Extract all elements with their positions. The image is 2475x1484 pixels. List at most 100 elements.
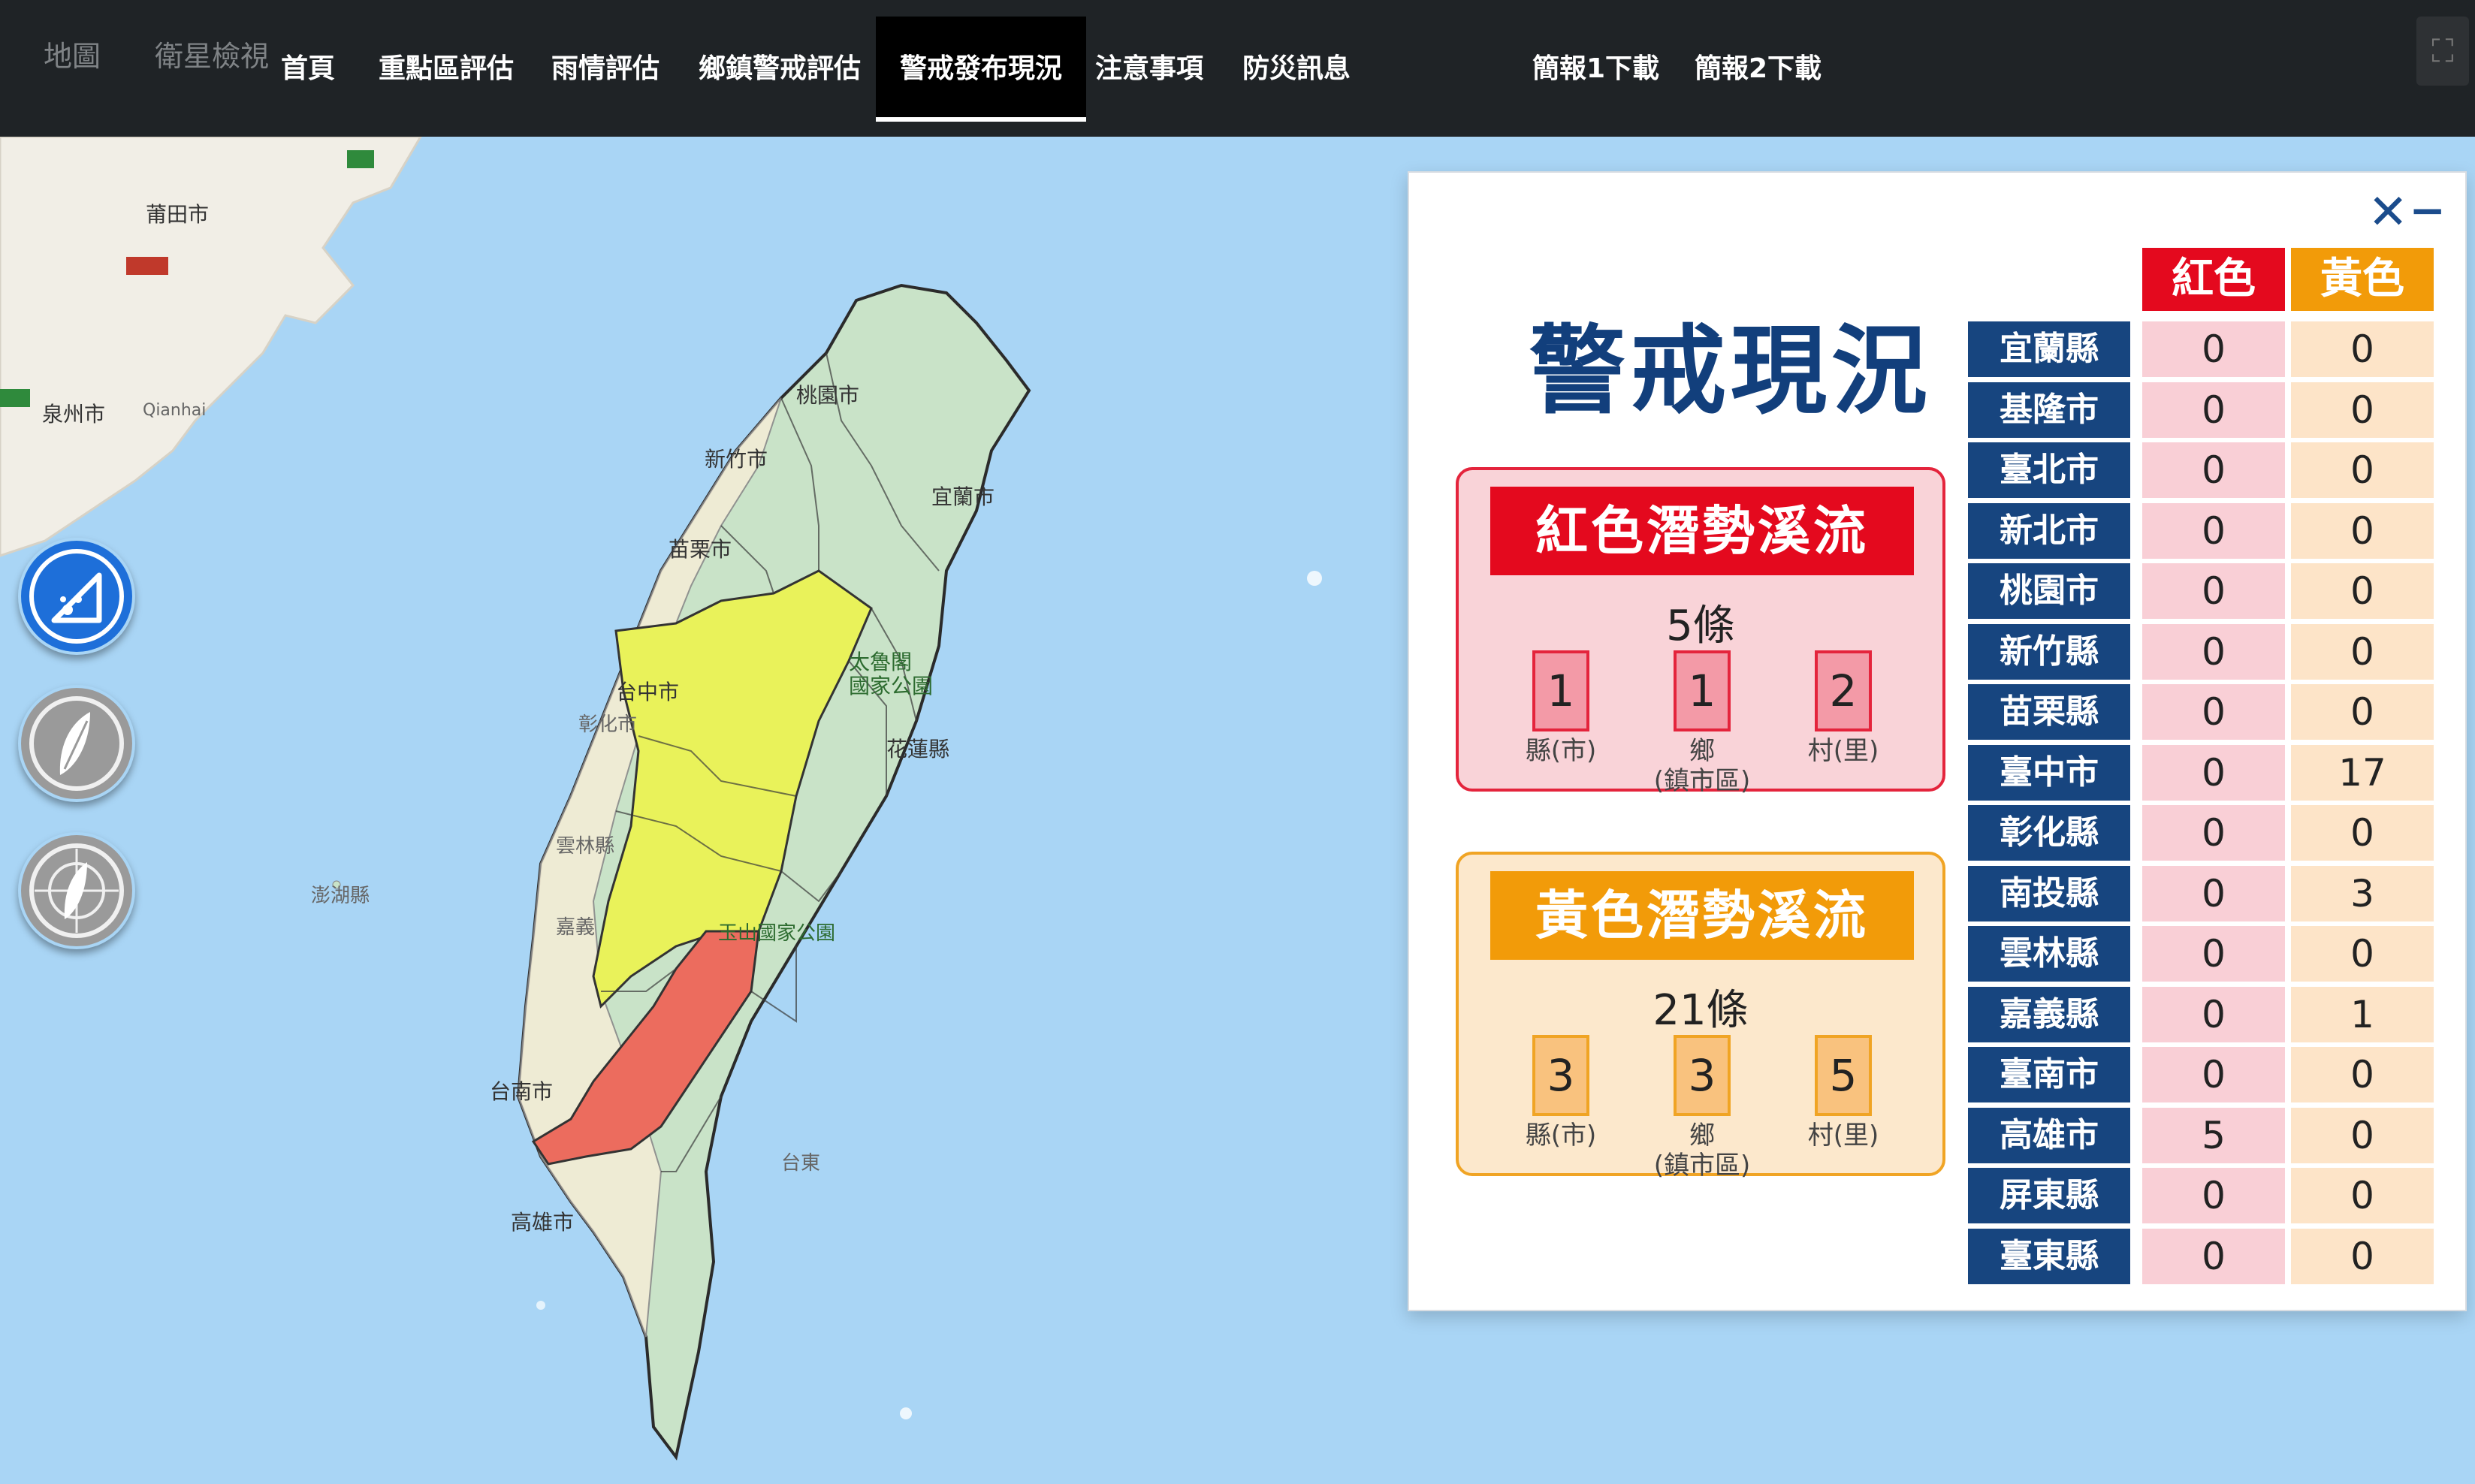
map-label-quanzhou: 泉州市 xyxy=(42,402,106,427)
yellow-count-cell: 0 xyxy=(2291,442,2434,498)
county-name: 臺南市 xyxy=(1968,1047,2130,1102)
county-name: 桃園市 xyxy=(1968,563,2130,619)
table-row: 臺南市 0 0 xyxy=(1968,1047,2434,1102)
county-name: 基隆市 xyxy=(1968,382,2130,438)
table-row: 雲林縣 0 0 xyxy=(1968,926,2434,982)
panel-title: 警戒現況 xyxy=(1529,315,1933,427)
county-name: 新北市 xyxy=(1968,502,2130,559)
table-row: 臺北市 0 0 xyxy=(1968,442,2434,498)
yellow-alert-summary: 黃色潛勢溪流 21條 3 3 5 縣(市) 鄉 (鎮市區) 村(里) xyxy=(1456,852,1945,1181)
nav-alert-status[interactable]: 警戒發布現況 xyxy=(876,17,1087,122)
table-row: 新北市 0 0 xyxy=(1968,502,2434,559)
table-header-yellow: 黃色 xyxy=(2291,248,2434,311)
table-row: 嘉義縣 0 1 xyxy=(1968,986,2434,1042)
red-alert-header: 紅色潛勢溪流 xyxy=(1490,487,1914,575)
yellow-count-cell: 1 xyxy=(2291,986,2434,1042)
county-name: 臺東縣 xyxy=(1968,1228,2130,1284)
red-county-label: 縣(市) xyxy=(1525,736,1597,766)
map-label-putian: 莆田市 xyxy=(146,202,210,227)
nav-home[interactable]: 首頁 xyxy=(281,17,335,122)
map-type-map-button[interactable]: 地圖 xyxy=(44,33,101,74)
alert-status-panel: ✕ − 警戒現況 紅色潛勢溪流 5條 1 1 2 縣(市) 鄉 (鎮市區) 村(… xyxy=(1408,171,2467,1311)
download-briefing-1[interactable]: 簡報1下載 xyxy=(1532,17,1659,122)
county-name: 屏東縣 xyxy=(1968,1168,2130,1223)
red-count-cell: 0 xyxy=(2142,684,2285,740)
county-name: 嘉義縣 xyxy=(1968,986,2130,1042)
debris-flow-layer-button[interactable] xyxy=(18,538,135,655)
taiwan-radar-layer-button[interactable] xyxy=(18,832,135,949)
map-label-changhua: 彰化市 xyxy=(578,713,638,736)
nav-disaster-info[interactable]: 防災訊息 xyxy=(1242,17,1351,122)
county-name: 雲林縣 xyxy=(1968,926,2130,982)
county-name: 苗栗縣 xyxy=(1968,684,2130,740)
yellow-count-cell: 0 xyxy=(2291,805,2434,861)
close-icon[interactable]: ✕ xyxy=(2368,185,2408,240)
red-count-cell: 0 xyxy=(2142,865,2285,921)
map-label-tainan: 台南市 xyxy=(490,1079,554,1104)
yellow-count-cell: 0 xyxy=(2291,1047,2434,1102)
county-alert-table[interactable]: 紅色 黃色 宜蘭縣 0 0 基隆市 0 0 臺北市 0 0 新北市 0 0 桃園市 0 0 新竹縣 0 0 苗栗縣 0… xyxy=(1968,248,2434,1284)
table-row: 南投縣 0 3 xyxy=(1968,865,2434,921)
yellow-count-cell: 0 xyxy=(2291,926,2434,982)
download-briefing-2[interactable]: 簡報2下載 xyxy=(1695,17,1822,122)
map-label-taitung: 台東 xyxy=(781,1152,821,1175)
minimize-icon[interactable]: − xyxy=(2409,185,2446,236)
map-label-taroko: 太魯閣 國家公園 xyxy=(849,650,934,698)
yellow-count-cell: 0 xyxy=(2291,502,2434,559)
red-count-cell: 0 xyxy=(2142,926,2285,982)
yellow-count-cell: 0 xyxy=(2291,1107,2434,1163)
red-count-cell: 0 xyxy=(2142,442,2285,498)
red-township-count: 1 xyxy=(1674,650,1731,731)
yellow-count-cell: 17 xyxy=(2291,744,2434,801)
county-name: 南投縣 xyxy=(1968,865,2130,921)
map-label-chiayi: 嘉義 xyxy=(556,916,596,939)
taiwan-leaf-icon xyxy=(21,688,132,799)
table-row: 桃園市 0 0 xyxy=(1968,563,2434,619)
county-name: 臺北市 xyxy=(1968,442,2130,498)
nav-township-alert-evaluation[interactable]: 鄉鎮警戒評估 xyxy=(699,17,861,122)
map-label-hsinchu: 新竹市 xyxy=(705,447,768,472)
table-row: 彰化縣 0 0 xyxy=(1968,805,2434,861)
nav-notes[interactable]: 注意事項 xyxy=(1095,17,1203,122)
taiwan-radar-icon xyxy=(21,835,132,946)
map-label-miaoli: 苗栗市 xyxy=(669,537,732,562)
county-name: 彰化縣 xyxy=(1968,805,2130,861)
county-name: 高雄市 xyxy=(1968,1107,2130,1163)
county-name: 宜蘭縣 xyxy=(1968,321,2130,377)
map-label-yushan: 玉山國家公園 xyxy=(718,922,836,945)
map-label-kaohsiung: 高雄市 xyxy=(511,1210,575,1235)
yellow-township-count: 3 xyxy=(1674,1035,1731,1116)
red-count-cell: 0 xyxy=(2142,986,2285,1042)
top-nav-bar: 地圖 衛星檢視 首頁 重點區評估 雨情評估 鄉鎮警戒評估 警戒發布現況 注意事項… xyxy=(0,0,2475,137)
map-label-qianhai: Qianhai xyxy=(143,401,207,420)
yellow-township-label: 鄉 (鎮市區) xyxy=(1653,1121,1751,1181)
yellow-county-label: 縣(市) xyxy=(1525,1121,1597,1151)
table-header-red: 紅色 xyxy=(2142,248,2285,311)
nav-rainfall-evaluation[interactable]: 雨情評估 xyxy=(551,17,659,122)
red-count-cell: 0 xyxy=(2142,744,2285,801)
yellow-count-cell: 0 xyxy=(2291,684,2434,740)
red-count-cell: 0 xyxy=(2142,502,2285,559)
yellow-count-cell: 0 xyxy=(2291,563,2434,619)
county-name: 臺中市 xyxy=(1968,744,2130,801)
map-label-yilan: 宜蘭市 xyxy=(931,484,995,509)
table-row: 宜蘭縣 0 0 xyxy=(1968,321,2434,377)
nav-key-area-evaluation[interactable]: 重點區評估 xyxy=(379,17,514,122)
fullscreen-icon[interactable]: ⛶ xyxy=(2416,17,2469,86)
table-row: 苗栗縣 0 0 xyxy=(1968,684,2434,740)
red-alert-total: 5條 xyxy=(1666,602,1735,650)
table-row: 屏東縣 0 0 xyxy=(1968,1168,2434,1223)
yellow-count-cell: 0 xyxy=(2291,321,2434,377)
red-count-cell: 0 xyxy=(2142,1168,2285,1223)
yellow-count-cell: 0 xyxy=(2291,382,2434,438)
map-label-hualien: 花蓮縣 xyxy=(886,737,950,762)
yellow-alert-header: 黃色潛勢溪流 xyxy=(1490,871,1914,960)
taiwan-leaf-layer-button[interactable] xyxy=(18,685,135,802)
yellow-village-count: 5 xyxy=(1815,1035,1872,1116)
map-type-satellite-button[interactable]: 衛星檢視 xyxy=(155,33,269,74)
red-village-label: 村(里) xyxy=(1807,736,1879,766)
yellow-village-label: 村(里) xyxy=(1807,1121,1879,1151)
yellow-count-cell: 3 xyxy=(2291,865,2434,921)
red-count-cell: 0 xyxy=(2142,1228,2285,1284)
red-count-cell: 5 xyxy=(2142,1107,2285,1163)
